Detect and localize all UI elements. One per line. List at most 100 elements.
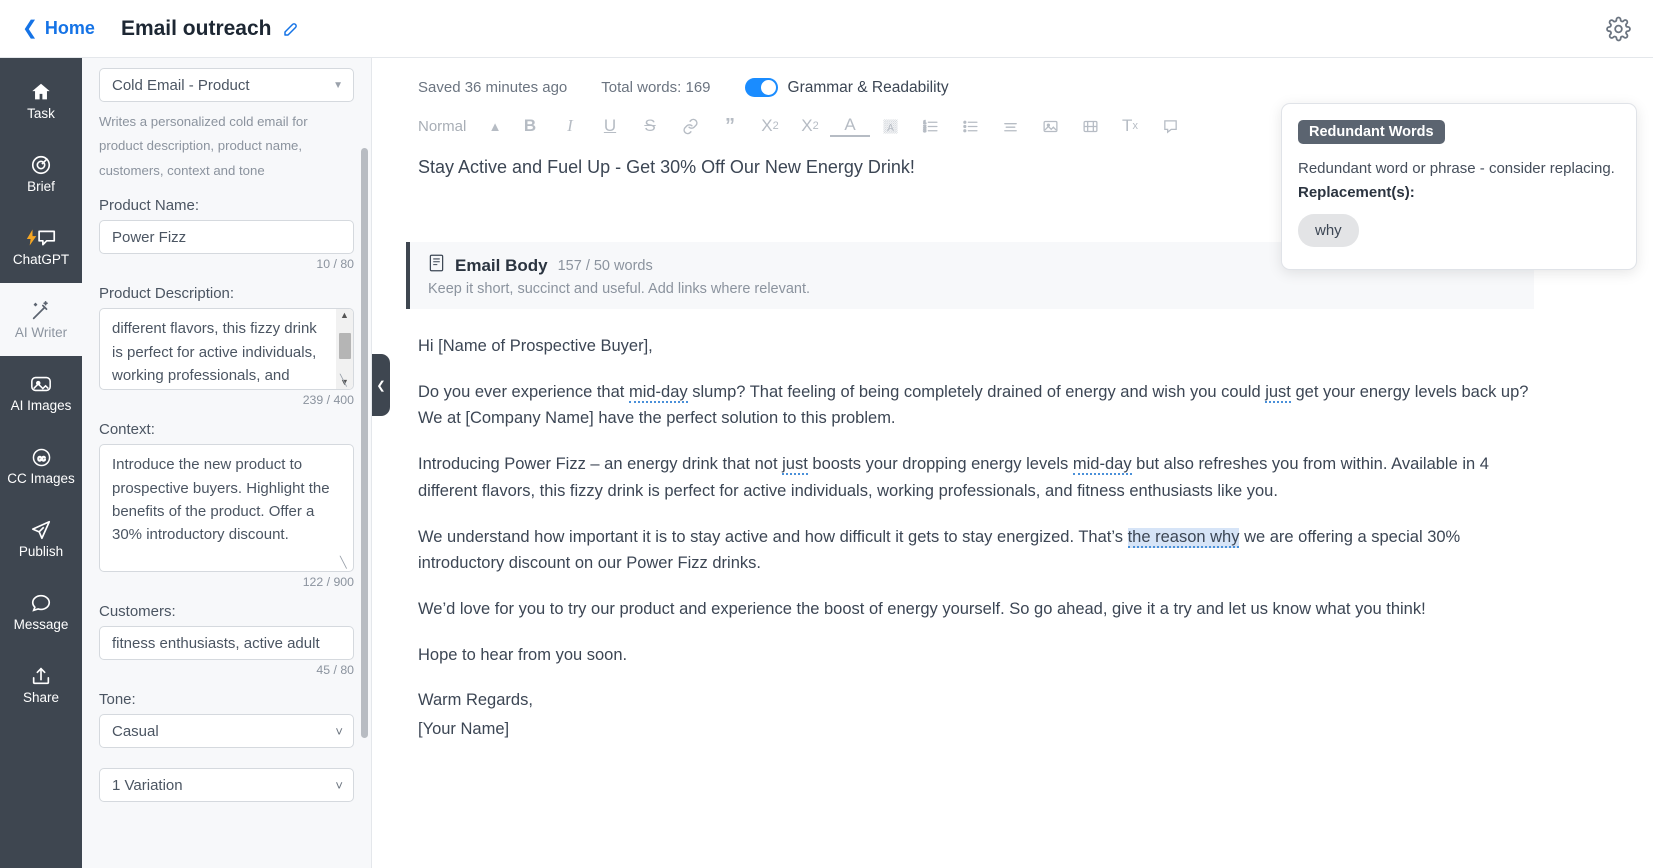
chevron-left-icon: ❮ — [22, 18, 38, 39]
scroll-thumb[interactable] — [338, 333, 351, 360]
sidebar-item-label: Publish — [18, 544, 64, 560]
editor-meta-row: Saved 36 minutes ago Total words: 169 Gr… — [372, 58, 1653, 97]
template-help-text: Writes a personalized cold email for pro… — [99, 114, 308, 178]
speech-bubble-icon — [30, 591, 52, 615]
ordered-list-icon[interactable]: 123 — [910, 111, 950, 141]
bold-button[interactable]: B — [510, 111, 550, 141]
product-description-textarea[interactable]: different flavors, this fizzy drink is p… — [99, 308, 354, 391]
back-link-label: Home — [44, 18, 95, 38]
replacement-chip[interactable]: why — [1298, 214, 1359, 248]
underline-button[interactable]: U — [590, 111, 630, 141]
document-title-text: Email outreach — [120, 16, 272, 40]
grammar-suggestion-word[interactable]: just — [1265, 382, 1291, 403]
blockquote-icon[interactable]: ” — [710, 111, 750, 141]
popup-replacement-label: Replacement(s): — [1298, 184, 1415, 202]
product-description-wrap: different flavors, this fizzy drink is p… — [99, 308, 354, 391]
sidebar-item-label: Message — [13, 617, 69, 633]
editor-pane: ❮ Saved 36 minutes ago Total words: 169 … — [372, 58, 1653, 868]
insert-image-icon[interactable] — [1030, 111, 1070, 141]
strikethrough-button[interactable]: S — [630, 111, 670, 141]
sidebar-item-brief[interactable]: Brief — [0, 137, 82, 210]
email-paragraph: Warm Regards, — [418, 687, 1532, 714]
context-label: Context: — [99, 421, 155, 439]
tone-select[interactable]: Casual ˅ — [99, 714, 354, 749]
resize-grip-icon[interactable]: ╲ — [340, 558, 352, 570]
top-bar: ❮ Home Email outreach — [0, 0, 1653, 58]
email-text: We understand how important it is to sta… — [418, 527, 1128, 546]
align-icon[interactable] — [990, 111, 1030, 141]
updown-arrows-icon[interactable]: ▲ — [480, 111, 510, 141]
sidebar-item-cc-images[interactable]: cc CC Images — [0, 429, 82, 502]
superscript-button[interactable]: X2 — [790, 111, 830, 141]
sidebar-item-task[interactable]: Task — [0, 64, 82, 137]
sidebar-item-message[interactable]: Message — [0, 575, 82, 648]
email-paragraph: Introducing Power Fizz – an energy drink… — [418, 451, 1532, 504]
bullet-list-icon[interactable] — [950, 111, 990, 141]
sidebar-item-label: Task — [27, 106, 55, 122]
customers-counter: 45 / 80 — [316, 663, 354, 678]
sidebar-item-share[interactable]: Share — [0, 648, 82, 721]
variation-select[interactable]: 1 Variation ˅ — [99, 768, 354, 803]
text-color-icon[interactable]: A — [830, 115, 870, 137]
italic-button[interactable]: I — [550, 111, 590, 141]
collapse-panel-handle[interactable]: ❮ — [372, 354, 390, 416]
grammar-suggestion-word[interactable]: mid-day — [628, 382, 688, 403]
grammar-readability-toggle[interactable]: Grammar & Readability — [744, 78, 949, 97]
sidebar-item-publish[interactable]: Publish — [0, 502, 82, 575]
email-text: Do you ever experience that — [418, 382, 629, 401]
email-text: Hope to hear from you soon. — [418, 645, 628, 664]
page-title: Email outreach — [121, 17, 300, 41]
sidebar-item-label: AI Images — [10, 398, 72, 414]
section-title: Email Body — [455, 255, 548, 275]
email-body-content[interactable]: Hi [Name of Prospective Buyer], Do you ev… — [372, 309, 1532, 743]
form-panel-scrollbar[interactable] — [361, 148, 368, 738]
active-grammar-suggestion[interactable]: the reason why — [1127, 527, 1240, 548]
email-paragraph: Hope to hear from you soon. — [418, 642, 1532, 669]
email-paragraph: Do you ever experience that mid-day slum… — [418, 379, 1532, 432]
context-textarea[interactable]: Introduce the new product to prospective… — [99, 444, 354, 573]
grammar-suggestion-word[interactable]: mid-day — [1072, 455, 1132, 476]
clear-formatting-icon[interactable]: Tx — [1110, 111, 1150, 141]
template-select[interactable]: Cold Email - Product ▼ — [99, 68, 354, 102]
target-icon — [30, 153, 52, 177]
image-icon — [30, 372, 52, 396]
sidebar-item-chatgpt[interactable]: ChatGPT — [0, 210, 82, 283]
grammar-suggestion-word[interactable]: just — [782, 455, 808, 476]
product-name-input[interactable]: Power Fizz — [99, 220, 354, 255]
sidebar-item-ai-images[interactable]: AI Images — [0, 356, 82, 429]
email-paragraph: We’d love for you to try our product and… — [418, 596, 1532, 623]
email-text: Warm Regards, — [418, 691, 533, 710]
share-upload-icon — [30, 664, 52, 688]
resize-grip-icon[interactable]: ╲ — [340, 376, 352, 388]
product-description-counter: 239 / 400 — [302, 393, 354, 408]
insert-video-icon[interactable] — [1070, 111, 1110, 141]
paragraph-style-select[interactable]: Normal — [418, 111, 480, 141]
triangle-down-icon: ▼ — [333, 79, 343, 91]
section-subtitle: Keep it short, succinct and useful. Add … — [428, 281, 811, 297]
svg-text:A: A — [887, 122, 894, 133]
comment-icon[interactable] — [1150, 111, 1190, 141]
sidebar-item-ai-writer[interactable]: AI Writer — [0, 283, 82, 356]
toggle-switch[interactable] — [744, 78, 778, 97]
customers-input[interactable]: fitness enthusiasts, active adult — [99, 626, 354, 661]
ai-writer-form-panel: Cold Email - Product ▼ Writes a personal… — [82, 58, 372, 868]
email-text: Introducing Power Fizz – an energy drink… — [418, 455, 783, 474]
context-counter: 122 / 900 — [302, 575, 354, 590]
sidebar-item-label: ChatGPT — [12, 252, 70, 268]
variation-select-value: 1 Variation — [112, 776, 183, 794]
settings-gear-button[interactable] — [1606, 16, 1631, 41]
link-icon[interactable] — [670, 111, 710, 141]
scroll-up-icon[interactable]: ▲ — [340, 309, 349, 322]
subscript-button[interactable]: X2 — [750, 111, 790, 141]
back-to-home-link[interactable]: ❮ Home — [22, 18, 95, 39]
chevron-down-icon: ˅ — [335, 723, 343, 739]
email-text: Hi [Name of Prospective Buyer], — [418, 337, 653, 355]
left-nav-rail: Task Brief ChatGPT AI Writer AI Images c… — [0, 58, 82, 868]
highlight-color-icon[interactable]: A — [870, 111, 910, 141]
email-text: boosts your dropping energy levels — [807, 455, 1073, 474]
total-words: Total words: 169 — [601, 79, 711, 96]
product-name-label: Product Name: — [99, 197, 200, 215]
edit-pencil-icon[interactable] — [282, 20, 300, 38]
context-wrap: Introduce the new product to prospective… — [99, 444, 354, 573]
email-paragraph: [Your Name] — [418, 716, 1532, 743]
